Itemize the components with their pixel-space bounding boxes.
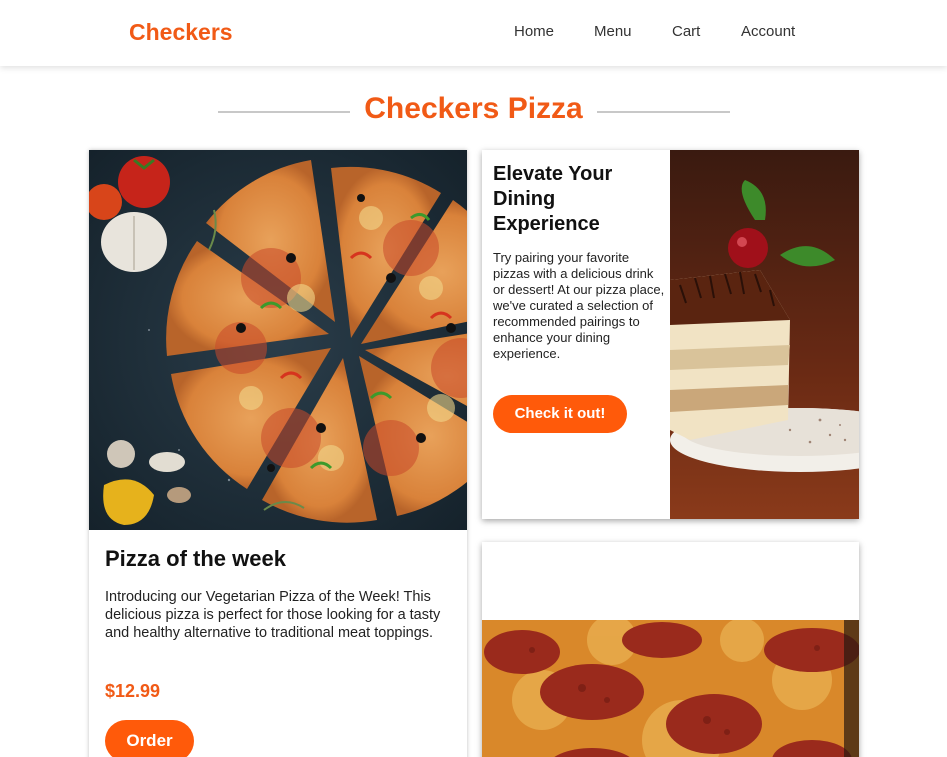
page-title-row: Checkers Pizza (0, 92, 947, 132)
pizza-of-week-card: Pizza of the week Introducing our Vegeta… (89, 150, 467, 757)
featured-description: Introducing our Vegetarian Pizza of the … (105, 589, 441, 641)
order-button[interactable]: Order (105, 720, 194, 757)
nav-menu[interactable]: Menu (594, 23, 632, 40)
pairing-description: Try pairing your favorite pizzas with a … (493, 250, 665, 361)
pairing-title: Elevate Your Dining Experience (493, 163, 613, 235)
pepperoni-pizza-photo (482, 620, 859, 757)
check-it-out-button[interactable]: Check it out! (493, 395, 627, 433)
brand-logo[interactable]: Checkers (129, 19, 233, 46)
nav-account[interactable]: Account (741, 23, 795, 40)
featured-title: Pizza of the week (105, 546, 286, 571)
pepperoni-card (482, 542, 859, 757)
pizza-photo (89, 150, 467, 530)
nav-home[interactable]: Home (514, 23, 554, 40)
page-title: Checkers Pizza (364, 92, 583, 125)
top-nav-bar: Checkers Home Menu Cart Account (0, 0, 947, 66)
cake-photo (670, 150, 859, 519)
pairing-card: Elevate Your Dining Experience Try pairi… (482, 150, 859, 519)
title-divider-right (597, 111, 730, 113)
nav-cart[interactable]: Cart (672, 23, 700, 40)
featured-price: $12.99 (105, 681, 161, 701)
